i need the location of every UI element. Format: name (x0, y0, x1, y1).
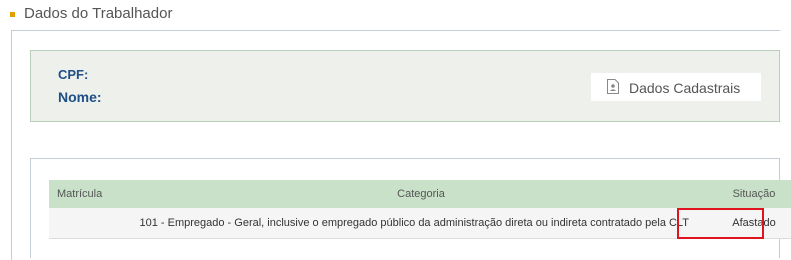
cell-categoria: 101 - Empregado - Geral, inclusive o emp… (49, 208, 697, 239)
header-situacao[interactable]: Situação (697, 180, 791, 208)
dados-cadastrais-label: Dados Cadastrais (629, 80, 741, 96)
section-header: Dados do Trabalhador (0, 0, 791, 30)
vinculos-table: Matrícula Categoria Situação 101 - Empre… (49, 180, 791, 239)
header-matricula[interactable]: Matrícula (49, 180, 145, 208)
section-bullet-icon (10, 12, 15, 17)
dados-cadastrais-button[interactable]: Dados Cadastrais (591, 73, 761, 101)
worker-info-panel: CPF: Nome: Dados Cadastrais (30, 50, 780, 122)
nome-label: Nome: (58, 89, 102, 105)
table-header-row: Matrícula Categoria Situação (49, 180, 791, 208)
document-user-icon (607, 79, 619, 94)
cell-situacao: Afastado (697, 208, 791, 239)
table-row[interactable]: 101 - Empregado - Geral, inclusive o emp… (49, 208, 791, 239)
section-title: Dados do Trabalhador (24, 5, 173, 22)
cpf-label: CPF: (58, 67, 89, 82)
header-categoria[interactable]: Categoria (145, 180, 697, 208)
